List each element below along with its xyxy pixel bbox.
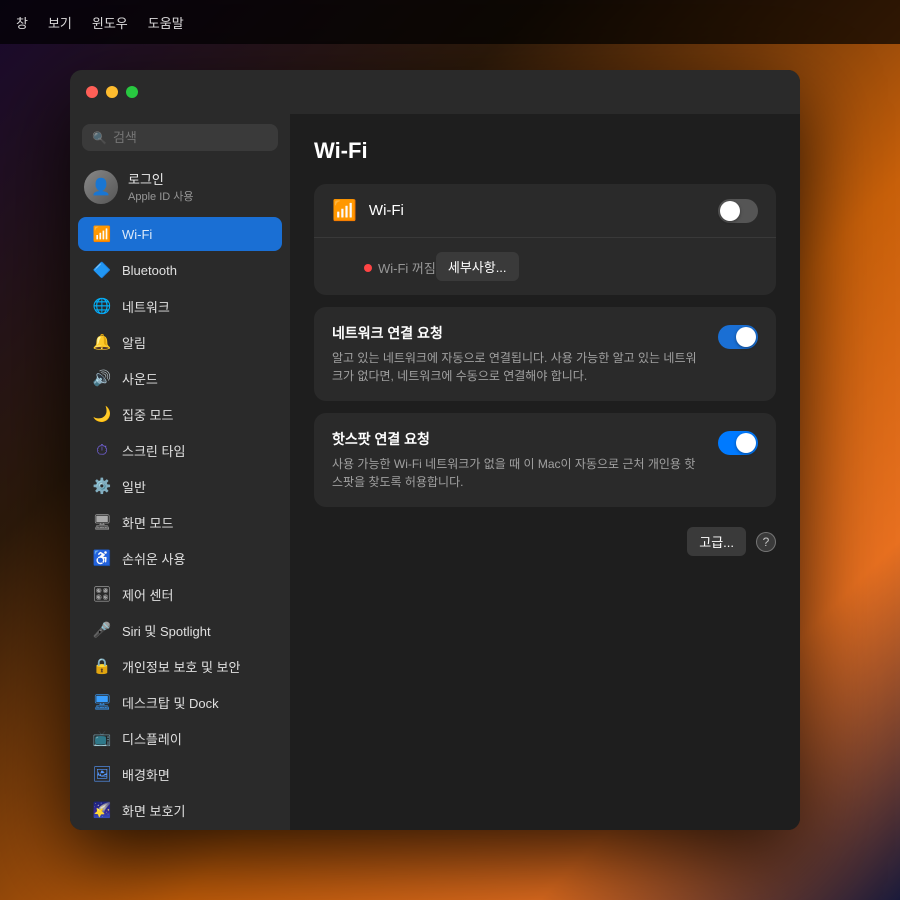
- menu-item-view[interactable]: 보기: [48, 13, 72, 32]
- search-input[interactable]: [113, 130, 268, 145]
- sidebar-item-network[interactable]: 🌐 네트워크: [78, 289, 282, 323]
- sidebar: 🔍 👤 로그인 Apple ID 사용 📶 Wi-Fi 🔷 Bluetooth: [70, 114, 290, 830]
- wifi-icon: 📶: [92, 224, 112, 244]
- detail-button[interactable]: 세부사항...: [436, 252, 519, 281]
- wifi-card: 📶 Wi-Fi Wi-Fi 꺼짐 세부사항...: [314, 184, 776, 295]
- hotspot-desc: 사용 가능한 Wi-Fi 네트워크가 없을 때 이 Mac이 자동으로 근처 개…: [332, 455, 706, 491]
- window-content: 🔍 👤 로그인 Apple ID 사용 📶 Wi-Fi 🔷 Bluetooth: [70, 114, 800, 830]
- sidebar-item-alarm[interactable]: 🔔 알림: [78, 325, 282, 359]
- sidebar-item-network-label: 네트워크: [122, 297, 170, 316]
- sidebar-item-screentime[interactable]: ⏱ 스크린 타임: [78, 433, 282, 467]
- alarm-icon: 🔔: [92, 332, 112, 352]
- screensaver-icon: 🌠: [92, 800, 112, 820]
- auto-connect-card: 네트워크 연결 요청 알고 있는 네트워크에 자동으로 연결됩니다. 사용 가능…: [314, 307, 776, 401]
- sidebar-item-control-label: 제어 센터: [122, 585, 173, 604]
- wifi-row-icon: 📶: [332, 198, 357, 223]
- sidebar-item-privacy-label: 개인정보 보호 및 보안: [122, 657, 240, 676]
- sidebar-item-wifi-label: Wi-Fi: [122, 227, 152, 242]
- sidebar-item-sound-label: 사운드: [122, 369, 158, 388]
- bluetooth-icon: 🔷: [92, 260, 112, 280]
- sidebar-item-wallpaper-label: 배경화면: [122, 765, 170, 784]
- menu-item-windows[interactable]: 윈도우: [92, 13, 128, 32]
- sound-icon: 🔊: [92, 368, 112, 388]
- screentime-icon: ⏱: [92, 440, 112, 460]
- displays-icon: 📺: [92, 728, 112, 748]
- sidebar-item-screentime-label: 스크린 타임: [122, 441, 185, 460]
- control-icon: 🎛: [92, 584, 112, 604]
- auto-connect-toggle-knob: [736, 327, 756, 347]
- hotspot-toggle[interactable]: [718, 431, 758, 455]
- sidebar-item-bluetooth-label: Bluetooth: [122, 263, 177, 278]
- wifi-status-row: Wi-Fi 꺼짐 세부사항...: [314, 238, 776, 295]
- sidebar-item-display[interactable]: 🖥 화면 모드: [78, 505, 282, 539]
- sidebar-item-focus[interactable]: 🌙 집중 모드: [78, 397, 282, 431]
- sidebar-item-bluetooth[interactable]: 🔷 Bluetooth: [78, 253, 282, 287]
- sidebar-item-display-label: 화면 모드: [122, 513, 173, 532]
- wifi-status-label: Wi-Fi 꺼짐: [378, 258, 436, 277]
- sidebar-item-privacy[interactable]: 🔒 개인정보 보호 및 보안: [78, 649, 282, 683]
- accessibility-icon: ♿: [92, 548, 112, 568]
- sidebar-item-accessibility[interactable]: ♿ 손쉬운 사용: [78, 541, 282, 575]
- wifi-toggle[interactable]: [718, 199, 758, 223]
- wifi-row: 📶 Wi-Fi: [314, 184, 776, 238]
- privacy-icon: 🔒: [92, 656, 112, 676]
- profile-name: 로그인: [128, 169, 194, 188]
- avatar: 👤: [84, 170, 118, 204]
- help-button[interactable]: ?: [756, 532, 776, 552]
- menu-item-help[interactable]: 도움말: [148, 13, 184, 32]
- sidebar-item-displays-label: 디스플레이: [122, 729, 182, 748]
- sidebar-item-desktop-label: 데스크탑 및 Dock: [122, 693, 219, 712]
- menu-item-window[interactable]: 창: [16, 13, 28, 32]
- sidebar-item-general-label: 일반: [122, 477, 146, 496]
- auto-connect-title: 네트워크 연결 요청: [332, 323, 706, 343]
- sidebar-item-battery[interactable]: 🔋 배터리: [78, 829, 282, 830]
- sidebar-item-sound[interactable]: 🔊 사운드: [78, 361, 282, 395]
- profile-sub: Apple ID 사용: [128, 188, 194, 204]
- auto-connect-toggle[interactable]: [718, 325, 758, 349]
- sidebar-item-focus-label: 집중 모드: [122, 405, 173, 424]
- maximize-button[interactable]: [126, 86, 138, 98]
- profile-section[interactable]: 👤 로그인 Apple ID 사용: [70, 161, 290, 212]
- desktop-icon: 🖥: [92, 692, 112, 712]
- siri-icon: 🎤: [92, 620, 112, 640]
- search-icon: 🔍: [92, 131, 107, 145]
- sidebar-item-siri-label: Siri 및 Spotlight: [122, 621, 211, 640]
- network-icon: 🌐: [92, 296, 112, 316]
- main-panel: Wi-Fi 📶 Wi-Fi Wi-Fi 꺼짐: [290, 114, 800, 830]
- auto-connect-desc: 알고 있는 네트워크에 자동으로 연결됩니다. 사용 가능한 알고 있는 네트워…: [332, 349, 706, 385]
- bottom-row: 고급... ?: [314, 527, 776, 556]
- sidebar-item-accessibility-label: 손쉬운 사용: [122, 549, 185, 568]
- sidebar-item-wallpaper[interactable]: 🖼 배경화면: [78, 757, 282, 791]
- sidebar-item-control[interactable]: 🎛 제어 센터: [78, 577, 282, 611]
- hotspot-card: 핫스팟 연결 요청 사용 가능한 Wi-Fi 네트워크가 없을 때 이 Mac이…: [314, 413, 776, 507]
- advanced-button[interactable]: 고급...: [687, 527, 746, 556]
- search-box[interactable]: 🔍: [82, 124, 278, 151]
- minimize-button[interactable]: [106, 86, 118, 98]
- focus-icon: 🌙: [92, 404, 112, 424]
- sidebar-item-general[interactable]: ⚙️ 일반: [78, 469, 282, 503]
- sidebar-item-wifi[interactable]: 📶 Wi-Fi: [78, 217, 282, 251]
- wifi-toggle-knob: [720, 201, 740, 221]
- hotspot-title: 핫스팟 연결 요청: [332, 429, 706, 449]
- sidebar-item-screensaver-label: 화면 보호기: [122, 801, 185, 820]
- sidebar-item-alarm-label: 알림: [122, 333, 146, 352]
- close-button[interactable]: [86, 86, 98, 98]
- display-icon: 🖥: [92, 512, 112, 532]
- sidebar-item-screensaver[interactable]: 🌠 화면 보호기: [78, 793, 282, 827]
- sidebar-item-displays[interactable]: 📺 디스플레이: [78, 721, 282, 755]
- general-icon: ⚙️: [92, 476, 112, 496]
- wifi-row-label: Wi-Fi: [369, 202, 718, 219]
- wallpaper-icon: 🖼: [92, 764, 112, 784]
- system-preferences-window: 🔍 👤 로그인 Apple ID 사용 📶 Wi-Fi 🔷 Bluetooth: [70, 70, 800, 830]
- sidebar-item-siri[interactable]: 🎤 Siri 및 Spotlight: [78, 613, 282, 647]
- panel-title: Wi-Fi: [314, 138, 776, 164]
- menu-bar: 창 보기 윈도우 도움말: [0, 0, 900, 44]
- title-bar: [70, 70, 800, 114]
- status-dot: [364, 264, 372, 272]
- sidebar-item-desktop[interactable]: 🖥 데스크탑 및 Dock: [78, 685, 282, 719]
- hotspot-toggle-knob: [736, 433, 756, 453]
